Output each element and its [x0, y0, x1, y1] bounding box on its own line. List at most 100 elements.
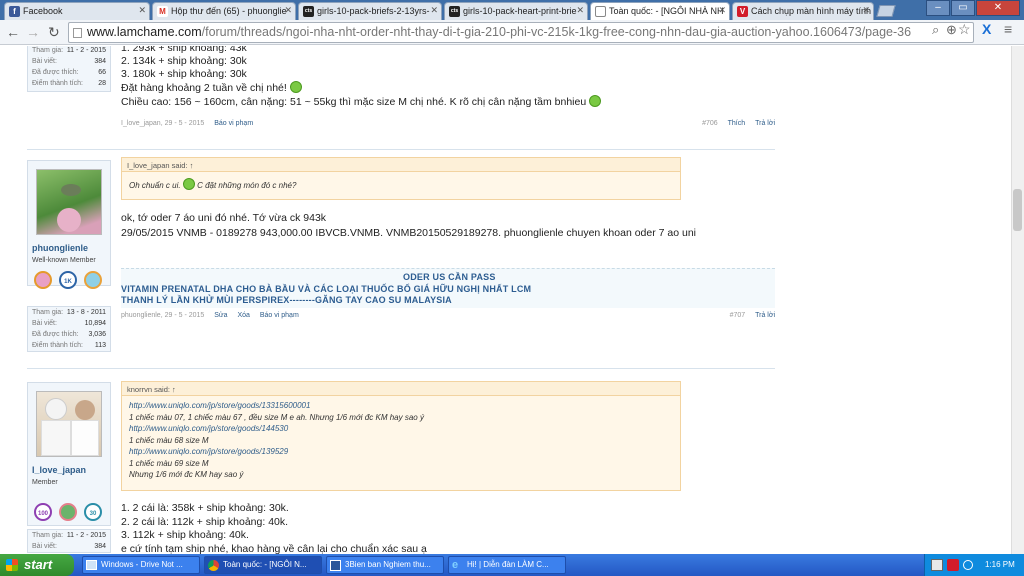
tab-label: girls-10-pack-heart-print-brie	[463, 6, 577, 16]
tab-gmail[interactable]: M Hộp thư đến (65) - phuonglie ✕	[152, 2, 296, 20]
tray-app-icon[interactable]	[931, 559, 943, 571]
trophy-100-icon[interactable]: 100	[34, 503, 52, 521]
close-window-button[interactable]: ✕	[976, 0, 1020, 16]
reply-link[interactable]: Trả lời	[755, 120, 775, 127]
tab-facebook[interactable]: f Facebook ✕	[4, 2, 150, 20]
star-icon[interactable]: ☆	[958, 21, 971, 38]
stat-value: 113	[94, 342, 106, 349]
post-author-date[interactable]: I_love_japan, 29 - 5 - 2015	[121, 120, 204, 127]
stat-label: Bài viết:	[32, 320, 57, 327]
username-link[interactable]: I_love_japan	[28, 465, 112, 475]
quote-text: 1 chiếc màu 68 size M	[129, 435, 209, 445]
stat-value: 384	[94, 58, 106, 65]
text-line: 1. 293k + ship khoảng: 43k	[121, 46, 247, 54]
taskbar-item-chrome[interactable]: Toàn quốc: - [NGÔI N...	[204, 556, 322, 574]
clock[interactable]: 1:16 PM	[985, 554, 1015, 576]
text-span: Đặt hàng khoảng 2 tuần về chị nhé!	[121, 82, 287, 94]
speaker-icon[interactable]	[963, 560, 973, 570]
like-link[interactable]: Thích	[728, 120, 746, 127]
taskbar-item-word[interactable]: 3Bien ban Nghiem thu...	[326, 556, 444, 574]
tab-label: girls-10-pack-briefs-2-13yrs-	[317, 6, 430, 16]
quote-text: Nhưng 1/6 mới đc KM hay sao ý	[129, 470, 244, 479]
signature-line[interactable]: THANH LÝ LẦN KHỬ MÙI PERSPIREX--------GĂ…	[121, 295, 452, 305]
quote-body: Oh chuẩn c ui. C đặt những món đó c nhé?	[122, 172, 680, 195]
tab-cts-1[interactable]: cts girls-10-pack-briefs-2-13yrs- ✕	[298, 2, 442, 20]
tray-v-icon[interactable]	[947, 559, 959, 571]
stat-join: Tham gia: 13 - 8 - 2011	[28, 307, 110, 318]
extension-x-icon[interactable]: X	[982, 21, 991, 37]
chrome-icon	[208, 560, 219, 571]
address-bar[interactable]: www.lamchame.com/forum/threads/ngoi-nha-…	[68, 22, 974, 43]
avatar[interactable]	[36, 169, 102, 235]
page-scrollbar[interactable]	[1011, 46, 1024, 554]
window-icon	[86, 560, 97, 570]
trophy-30-icon[interactable]: 30	[84, 503, 102, 521]
signature-line[interactable]: ODER US CẦN PASS	[403, 272, 496, 282]
quote-block: knorrvn said: ↑ http://www.uniqlo.com/jp…	[121, 381, 681, 491]
taskbar-item-ie[interactable]: e Hi! | Diễn đàn LÀM C...	[448, 556, 566, 574]
search-icon[interactable]: ⌕	[932, 22, 939, 38]
zoom-icon[interactable]: ⊕	[946, 22, 957, 38]
tab-vietgiaitri[interactable]: V Cách chụp màn hình máy tính ✕	[732, 2, 874, 20]
new-tab-button[interactable]	[876, 5, 896, 17]
text-line: 2. 134k + ship khoảng: 30k	[121, 55, 247, 67]
post-author-date[interactable]: phuonglienle, 29 - 5 - 2015	[121, 312, 204, 319]
close-icon[interactable]: ✕	[430, 5, 438, 16]
report-link[interactable]: Báo vi phạm	[214, 120, 253, 127]
stat-value: 384	[94, 543, 106, 550]
quote-said[interactable]: said: ↑	[172, 161, 194, 170]
quote-author[interactable]: knorrvn	[127, 385, 152, 394]
minimize-button[interactable]: –	[926, 0, 950, 16]
post-number[interactable]: #707	[730, 312, 746, 319]
stat-label: Điểm thành tích:	[32, 80, 83, 87]
stat-points: Điểm thành tích: 113	[28, 340, 110, 351]
close-icon[interactable]: ✕	[284, 5, 292, 16]
signature-line[interactable]: VITAMIN PRENATAL DHA CHO BÀ BẦU VÀ CÁC L…	[121, 284, 531, 294]
windows-taskbar: start Windows - Drive Not ... Toàn quốc:…	[0, 554, 1024, 576]
taskbar-item-explorer[interactable]: Windows - Drive Not ...	[82, 556, 200, 574]
delete-link[interactable]: Xóa	[237, 312, 249, 319]
trophy-badge-icon[interactable]	[59, 503, 77, 521]
maximize-button[interactable]: ▭	[951, 0, 975, 16]
quote-said[interactable]: said: ↑	[154, 385, 176, 394]
close-icon[interactable]: ✕	[576, 5, 584, 16]
back-arrow-icon[interactable]: ←	[6, 24, 20, 40]
close-icon[interactable]: ✕	[862, 5, 870, 16]
stat-join: Tham gia: 11 - 2 - 2015	[28, 46, 110, 56]
close-icon[interactable]: ✕	[718, 5, 726, 16]
report-link[interactable]: Báo vi phạm	[260, 312, 299, 319]
quote-text: Oh chuẩn c ui.	[129, 181, 181, 190]
username-link[interactable]: phuonglienle	[28, 243, 112, 253]
forward-arrow-icon[interactable]: →	[26, 24, 40, 40]
quote-link[interactable]: http://www.uniqlo.com/jp/store/goods/133…	[129, 400, 673, 412]
avatar[interactable]	[36, 391, 102, 457]
text-line: 2. 2 cái là: 112k + ship khoảng: 40k.	[121, 515, 289, 528]
url-path: /forum/threads/ngoi-nha-nht-order-nht-th…	[201, 25, 912, 39]
edit-link[interactable]: Sửa	[214, 312, 227, 319]
trophy-badge-icon[interactable]	[84, 271, 102, 289]
trophy-heart-icon[interactable]	[34, 271, 52, 289]
quote-author[interactable]: I_love_japan	[127, 161, 170, 170]
user-stats: Tham gia: 11 - 2 - 2015 Bài viết: 384 Đã đ…	[27, 46, 111, 92]
text-line: 1. 2 cái là: 358k + ship khoảng: 30k.	[121, 502, 289, 514]
system-tray: 1:16 PM	[924, 554, 1024, 576]
scrollbar-thumb[interactable]	[1013, 189, 1022, 231]
user-info-box: I_love_japan Member 100 30	[27, 382, 111, 526]
ie-icon: e	[452, 559, 459, 571]
tab-lamchame-active[interactable]: Toàn quốc: - [NGÔI NHÀ NH ✕	[590, 2, 730, 20]
reload-icon[interactable]: ↻	[48, 24, 60, 40]
stat-value: 3,036	[88, 331, 106, 338]
gmail-icon: M	[157, 6, 168, 17]
trophy-1k-icon[interactable]: 1K	[59, 271, 77, 289]
menu-icon[interactable]: ≡	[1004, 21, 1012, 37]
quote-header: knorrvn said: ↑	[122, 382, 680, 396]
user-title: Well-known Member	[32, 257, 96, 264]
close-icon[interactable]: ✕	[138, 5, 146, 16]
post-number[interactable]: #706	[702, 120, 718, 127]
v-logo-icon: V	[737, 6, 748, 17]
start-button[interactable]: start	[0, 554, 74, 576]
quote-link[interactable]: http://www.uniqlo.com/jp/store/goods/139…	[129, 446, 673, 458]
reply-link[interactable]: Trả lời	[755, 312, 775, 319]
quote-link[interactable]: http://www.uniqlo.com/jp/store/goods/144…	[129, 423, 673, 435]
tab-cts-2[interactable]: cts girls-10-pack-heart-print-brie ✕	[444, 2, 588, 20]
